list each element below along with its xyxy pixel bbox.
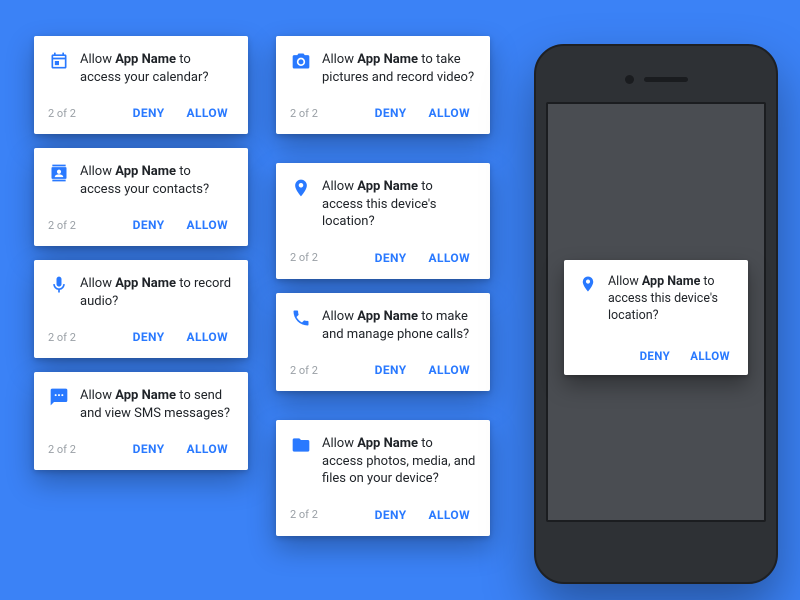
permission-card-microphone: Allow App Name to record audio? 2 of 2 D…: [34, 260, 248, 358]
permission-message: Allow App Name to access this device's l…: [608, 274, 734, 325]
permission-message: Allow App Name to access your contacts?: [80, 162, 234, 198]
allow-button[interactable]: ALLOW: [181, 212, 234, 238]
allow-button[interactable]: ALLOW: [423, 245, 476, 271]
location-icon: [578, 274, 598, 294]
deny-button[interactable]: DENY: [127, 436, 171, 462]
allow-button[interactable]: ALLOW: [423, 100, 476, 126]
step-counter: 2 of 2: [48, 219, 127, 232]
permission-card-location: Allow App Name to access this device's l…: [276, 163, 490, 279]
sms-icon: [48, 386, 70, 408]
permission-message: Allow App Name to access this device's l…: [322, 177, 476, 231]
location-icon: [290, 177, 312, 199]
deny-button[interactable]: DENY: [127, 324, 171, 350]
phone-permission-dialog: Allow App Name to access this device's l…: [564, 260, 748, 375]
folder-icon: [290, 434, 312, 456]
phone-screen: Allow App Name to access this device's l…: [546, 102, 766, 522]
permission-message: Allow App Name to make and manage phone …: [322, 307, 476, 343]
permission-message: Allow App Name to access your calendar?: [80, 50, 234, 86]
calendar-icon: [48, 50, 70, 72]
step-counter: 2 of 2: [290, 107, 369, 120]
contacts-icon: [48, 162, 70, 184]
permission-card-phone: Allow App Name to make and manage phone …: [276, 293, 490, 391]
deny-button[interactable]: DENY: [369, 245, 413, 271]
permission-card-contacts: Allow App Name to access your contacts? …: [34, 148, 248, 246]
deny-button[interactable]: DENY: [636, 343, 675, 369]
microphone-icon: [48, 274, 70, 296]
allow-button[interactable]: ALLOW: [181, 100, 234, 126]
phone-bezel: [546, 56, 766, 102]
allow-button[interactable]: ALLOW: [181, 324, 234, 350]
step-counter: 2 of 2: [290, 364, 369, 377]
permission-message: Allow App Name to take pictures and reco…: [322, 50, 476, 86]
allow-button[interactable]: ALLOW: [686, 343, 734, 369]
permission-card-camera: Allow App Name to take pictures and reco…: [276, 36, 490, 134]
camera-icon: [290, 50, 312, 72]
permission-message: Allow App Name to access photos, media, …: [322, 434, 476, 488]
allow-button[interactable]: ALLOW: [423, 357, 476, 383]
permission-card-calendar: Allow App Name to access your calendar? …: [34, 36, 248, 134]
deny-button[interactable]: DENY: [369, 357, 413, 383]
allow-button[interactable]: ALLOW: [181, 436, 234, 462]
allow-button[interactable]: ALLOW: [423, 502, 476, 528]
phone-mockup: Allow App Name to access this device's l…: [534, 44, 778, 584]
phone-speaker: [644, 77, 688, 82]
permission-card-storage: Allow App Name to access photos, media, …: [276, 420, 490, 536]
step-counter: 2 of 2: [48, 331, 127, 344]
deny-button[interactable]: DENY: [127, 100, 171, 126]
phone-icon: [290, 307, 312, 329]
step-counter: 2 of 2: [48, 107, 127, 120]
permission-message: Allow App Name to record audio?: [80, 274, 234, 310]
deny-button[interactable]: DENY: [369, 100, 413, 126]
step-counter: 2 of 2: [290, 251, 369, 264]
permission-card-sms: Allow App Name to send and view SMS mess…: [34, 372, 248, 470]
permission-message: Allow App Name to send and view SMS mess…: [80, 386, 234, 422]
step-counter: 2 of 2: [290, 508, 369, 521]
phone-camera-dot: [625, 75, 634, 84]
deny-button[interactable]: DENY: [369, 502, 413, 528]
step-counter: 2 of 2: [48, 443, 127, 456]
deny-button[interactable]: DENY: [127, 212, 171, 238]
